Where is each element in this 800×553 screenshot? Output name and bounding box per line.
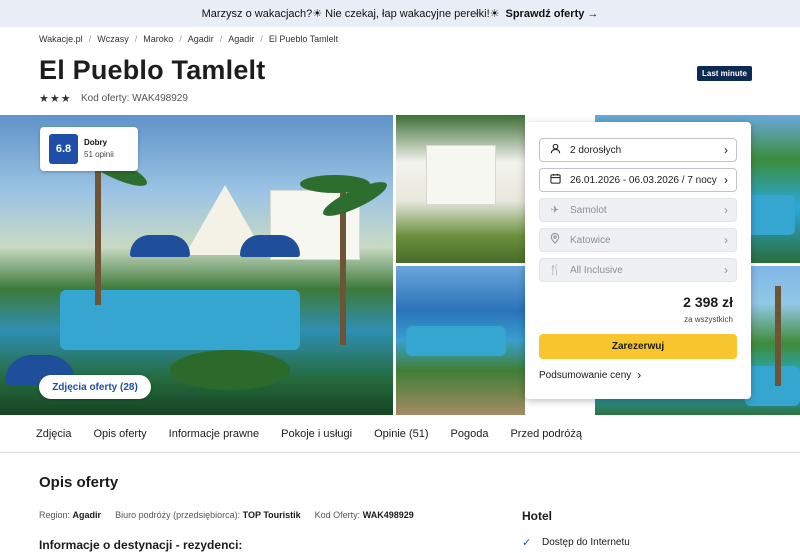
palm-trunk <box>775 286 781 386</box>
pool-shape <box>745 366 800 406</box>
rating-score: 6.8 <box>49 134 78 164</box>
transport-field[interactable]: ✈ Samolot › <box>539 198 737 222</box>
price-summary-link[interactable]: Podsumowanie ceny › <box>539 368 641 382</box>
chevron-right-icon: › <box>637 368 642 382</box>
departure-field[interactable]: Katowice › <box>539 228 737 252</box>
price-summary-label: Podsumowanie ceny <box>539 369 632 381</box>
hotel-feature: ✓ Dostęp do Internetu <box>522 536 630 549</box>
star-icon: ★ <box>39 93 49 105</box>
breadcrumb-item[interactable]: Wczasy <box>97 34 129 44</box>
hotel-stars: ★ ★ ★ <box>39 92 71 105</box>
cutlery-icon: 🍴 <box>548 264 562 276</box>
gallery-photo[interactable] <box>396 115 525 263</box>
code-info: Kod Oferty: WAK498929 <box>315 510 414 520</box>
tab-legal-info[interactable]: Informacje prawne <box>169 428 260 440</box>
travelers-value: 2 dorosłych <box>570 144 622 156</box>
umbrella-shape <box>130 235 190 257</box>
code-value: WAK498929 <box>362 510 414 520</box>
total-price: 2 398 zł <box>683 294 733 310</box>
tab-weather[interactable]: Pogoda <box>451 428 489 440</box>
offer-code: Kod oferty: WAK498929 <box>81 93 188 104</box>
page-title: El Pueblo Tamlelt <box>39 55 266 85</box>
offer-code-value: WAK498929 <box>132 93 188 104</box>
last-minute-badge: Last minute <box>697 66 752 81</box>
chevron-right-icon: › <box>724 203 728 217</box>
breadcrumb-item[interactable]: Agadir <box>228 34 254 44</box>
star-icon: ★ <box>49 93 60 105</box>
breadcrumb-separator: / <box>260 34 263 44</box>
check-icon: ✓ <box>522 537 532 549</box>
tab-reviews[interactable]: Opinie (51) <box>374 428 428 440</box>
section-tabs: Zdjęcia Opis oferty Informacje prawne Po… <box>0 415 800 453</box>
photos-button[interactable]: Zdjęcia oferty (28) <box>39 375 151 399</box>
location-pin-icon <box>548 232 562 247</box>
chevron-right-icon: › <box>724 233 728 247</box>
booking-card: 2 dorosłych › 26.01.2026 - 06.03.2026 / … <box>525 122 751 399</box>
tab-offer-description[interactable]: Opis oferty <box>93 428 146 440</box>
breadcrumb: Wakacje.pl / Wczasy / Maroko / Agadir / … <box>39 34 338 44</box>
hotel-panel-title: Hotel <box>522 509 552 523</box>
transport-value: Samolot <box>570 204 607 216</box>
rating-count: 51 opinii <box>84 150 114 159</box>
promo-bar: Marzysz o wakacjach?☀ Nie czekaj, łap wa… <box>0 0 800 27</box>
region-label: Region: <box>39 510 71 520</box>
offer-meta: Region: Agadir Biuro podróży (przedsiębi… <box>39 510 414 520</box>
code-label: Kod Oferty: <box>314 510 361 520</box>
breadcrumb-item[interactable]: Maroko <box>143 34 173 44</box>
rating-card[interactable]: 6.8 Dobry 51 opinii <box>40 127 138 171</box>
section-title: Opis oferty <box>39 474 119 491</box>
palm-leaf <box>170 350 290 390</box>
breadcrumb-item[interactable]: Wakacje.pl <box>39 34 83 44</box>
dates-value: 26.01.2026 - 06.03.2026 / 7 nocy <box>570 174 717 186</box>
book-button[interactable]: Zarezerwuj <box>539 334 737 359</box>
breadcrumb-item[interactable]: Agadir <box>188 34 214 44</box>
promo-text: Marzysz o wakacjach?☀ Nie czekaj, łap wa… <box>201 8 500 20</box>
feature-label: Dostęp do Internetu <box>542 537 630 548</box>
rating-text: Dobry 51 opinii <box>84 137 114 161</box>
star-icon: ★ <box>60 93 71 105</box>
travelers-field[interactable]: 2 dorosłych › <box>539 138 737 162</box>
agency-label: Biuro podróży (przedsiębiorca): <box>115 510 241 520</box>
chevron-right-icon: › <box>724 143 728 157</box>
breadcrumb-current: El Pueblo Tamlelt <box>268 34 339 44</box>
board-value: All Inclusive <box>570 264 623 276</box>
building-shape <box>426 145 496 205</box>
region-value: Agadir <box>72 510 102 520</box>
tab-photos[interactable]: Zdjęcia <box>36 428 71 440</box>
user-icon <box>548 143 562 157</box>
agency-value: TOP Touristik <box>242 510 301 520</box>
breadcrumb-separator: / <box>179 34 182 44</box>
pool-shape <box>406 326 506 356</box>
palm-trunk <box>95 155 101 305</box>
promo-cta-link[interactable]: Sprawdź oferty → <box>506 8 599 20</box>
calendar-icon <box>548 173 562 187</box>
gallery-photo[interactable] <box>396 266 525 415</box>
chevron-right-icon: › <box>724 173 728 187</box>
dates-field[interactable]: 26.01.2026 - 06.03.2026 / 7 nocy › <box>539 168 737 192</box>
breadcrumb-separator: / <box>134 34 138 44</box>
board-field[interactable]: 🍴 All Inclusive › <box>539 258 737 282</box>
plane-icon: ✈ <box>550 204 560 216</box>
region-info: Region: Agadir <box>39 510 101 520</box>
rating-label: Dobry <box>84 138 108 147</box>
tab-before-travel[interactable]: Przed podróżą <box>510 428 582 440</box>
agency-info: Biuro podróży (przedsiębiorca): TOP Tour… <box>115 510 301 520</box>
price-note: za wszystkich <box>684 315 733 324</box>
offer-code-label: Kod oferty: <box>81 93 130 104</box>
departure-value: Katowice <box>570 234 611 246</box>
chevron-right-icon: › <box>724 263 728 277</box>
umbrella-shape <box>240 235 300 257</box>
destination-info-title: Informacje o destynacji - rezydenci: <box>39 538 243 552</box>
breadcrumb-separator: / <box>88 34 92 44</box>
tab-rooms-services[interactable]: Pokoje i usługi <box>281 428 352 440</box>
breadcrumb-separator: / <box>219 34 223 44</box>
